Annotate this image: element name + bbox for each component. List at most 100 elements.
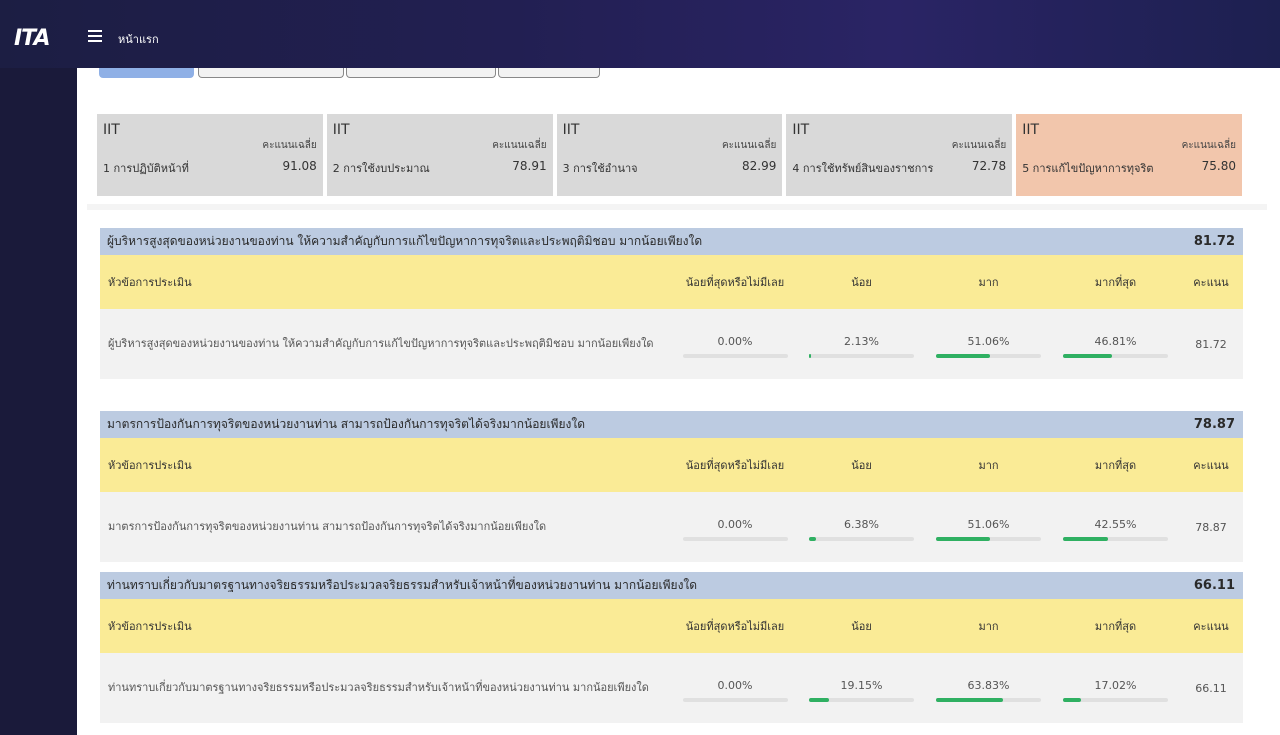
iit-card-score: 72.78 [971, 159, 1007, 173]
question-section: ท่านทราบเกี่ยวกับมาตรฐานทางจริยธรรมหรือป… [100, 572, 1243, 723]
progress-bar [809, 354, 914, 358]
iit-card-title: IIT [1022, 122, 1039, 138]
progress-bar [1063, 698, 1168, 702]
hamburger-menu-icon[interactable] [88, 30, 102, 42]
progress-fill [809, 698, 830, 702]
percent-value: 17.02% [1094, 679, 1137, 692]
iit-card-label: 5 การแก้ไขปัญหาการทุจริต [1022, 162, 1154, 175]
question-section: ผู้บริหารสูงสุดของหน่วยงานของท่าน ให้ควา… [100, 228, 1243, 379]
divider [87, 204, 1267, 210]
progress-cell: 42.55% [1052, 492, 1179, 562]
percent-value: 51.06% [967, 518, 1010, 531]
col-most: มากที่สุด [1094, 620, 1137, 633]
iit-card-row: IIT 1 การปฏิบัติหน้าที่ คะแนนเฉลี่ย 91.0… [97, 114, 1242, 196]
iit-card-score-label: คะแนนเฉลี่ย [721, 140, 777, 151]
section-score: 78.87 [1193, 417, 1235, 432]
col-little: น้อย [851, 459, 872, 472]
col-topic: หัวข้อการประเมิน [108, 459, 192, 472]
progress-fill [1063, 354, 1113, 358]
col-much: มาก [978, 620, 999, 633]
main-content: IIT 1 การปฏิบัติหน้าที่ คะแนนเฉลี่ย 91.0… [77, 68, 1280, 735]
iit-card[interactable]: IIT 3 การใช้อำนาจ คะแนนเฉลี่ย 82.99 [556, 114, 783, 196]
row-topic: มาตรการป้องกันการทุจริตของหน่วยงานท่าน ส… [108, 520, 547, 533]
progress-bar [809, 698, 914, 702]
iit-card-score-label: คะแนนเฉลี่ย [951, 140, 1007, 151]
col-least: น้อยที่สุดหรือไม่มีเลย [685, 459, 785, 472]
percent-value: 6.38% [844, 518, 879, 531]
progress-fill [1063, 537, 1108, 541]
progress-fill [936, 698, 1004, 702]
row-topic: ผู้บริหารสูงสุดของหน่วยงานของท่าน ให้ควา… [108, 337, 654, 350]
sidebar [0, 68, 77, 735]
col-most: มากที่สุด [1094, 459, 1137, 472]
ita-logo[interactable]: ITA [14, 26, 51, 51]
progress-bar [936, 698, 1041, 702]
section-header: ผู้บริหารสูงสุดของหน่วยงานของท่าน ให้ควา… [100, 228, 1243, 255]
percent-value: 0.00% [717, 679, 753, 692]
progress-bar [1063, 354, 1168, 358]
progress-bar [809, 537, 914, 541]
table-header: หัวข้อการประเมิน น้อยที่สุดหรือไม่มีเลย … [100, 255, 1243, 309]
progress-bar [1063, 537, 1168, 541]
col-least: น้อยที่สุดหรือไม่มีเลย [685, 620, 785, 633]
col-score: คะแนน [1193, 620, 1229, 633]
iit-card[interactable]: IIT 2 การใช้งบประมาณ คะแนนเฉลี่ย 78.91 [326, 114, 553, 196]
section-score: 66.11 [1193, 578, 1235, 593]
progress-bar [936, 537, 1041, 541]
progress-bar [683, 698, 788, 702]
col-little: น้อย [851, 620, 872, 633]
tab-3[interactable] [346, 68, 496, 78]
iit-card-title: IIT [332, 122, 350, 138]
table-row: ท่านทราบเกี่ยวกับมาตรฐานทางจริยธรรมหรือป… [100, 653, 1243, 723]
iit-card-title: IIT [562, 122, 580, 138]
percent-value: 2.13% [844, 335, 879, 348]
progress-cell: 17.02% [1052, 653, 1179, 723]
col-score: คะแนน [1193, 459, 1229, 472]
iit-card-label: 3 การใช้อำนาจ [562, 162, 638, 175]
progress-fill [1063, 698, 1081, 702]
progress-bar [936, 354, 1041, 358]
percent-value: 51.06% [967, 335, 1010, 348]
iit-card-score: 78.91 [512, 159, 547, 173]
progress-fill [936, 354, 990, 358]
iit-card-title: IIT [792, 122, 810, 138]
percent-value: 19.15% [840, 679, 883, 692]
page-title: หน้าแรก [118, 33, 159, 46]
col-least: น้อยที่สุดหรือไม่มีเลย [685, 276, 785, 289]
progress-bar [683, 354, 788, 358]
tab-4[interactable] [498, 68, 600, 78]
progress-cell: 19.15% [798, 653, 925, 723]
percent-value: 42.55% [1094, 518, 1137, 531]
table-row: ผู้บริหารสูงสุดของหน่วยงานของท่าน ให้ควา… [100, 309, 1243, 379]
row-topic: ท่านทราบเกี่ยวกับมาตรฐานทางจริยธรรมหรือป… [108, 681, 649, 694]
progress-cell: 0.00% [672, 309, 798, 379]
progress-cell: 46.81% [1052, 309, 1179, 379]
progress-cell: 51.06% [925, 309, 1052, 379]
tab-2[interactable] [198, 68, 344, 78]
iit-card[interactable]: IIT 1 การปฏิบัติหน้าที่ คะแนนเฉลี่ย 91.0… [97, 114, 323, 196]
percent-value: 0.00% [717, 335, 753, 348]
progress-fill [936, 537, 990, 541]
iit-card-selected[interactable]: IIT 5 การแก้ไขปัญหาการทุจริต คะแนนเฉลี่ย… [1016, 114, 1242, 196]
progress-cell: 0.00% [672, 492, 798, 562]
percent-value: 46.81% [1094, 335, 1137, 348]
progress-cell: 2.13% [798, 309, 925, 379]
percent-value: 0.00% [717, 518, 753, 531]
iit-card-score-label: คะแนนเฉลี่ย [492, 140, 547, 151]
tab-1[interactable] [99, 68, 194, 78]
section-title: ผู้บริหารสูงสุดของหน่วยงานของท่าน ให้ควา… [107, 234, 703, 248]
iit-card-title: IIT [103, 122, 120, 138]
section-header: ท่านทราบเกี่ยวกับมาตรฐานทางจริยธรรมหรือป… [100, 572, 1243, 599]
iit-card[interactable]: IIT 4 การใช้ทรัพย์สินของราชการ คะแนนเฉลี… [786, 114, 1013, 196]
section-score: 81.72 [1193, 234, 1235, 249]
progress-fill [809, 537, 816, 541]
iit-card-score: 82.99 [742, 159, 777, 173]
progress-fill [809, 354, 812, 358]
table-header: หัวข้อการประเมิน น้อยที่สุดหรือไม่มีเลย … [100, 599, 1243, 653]
col-much: มาก [978, 459, 999, 472]
col-topic: หัวข้อการประเมิน [108, 620, 192, 633]
section-title: ท่านทราบเกี่ยวกับมาตรฐานทางจริยธรรมหรือป… [107, 578, 698, 592]
iit-card-score-label: คะแนนเฉลี่ย [262, 140, 317, 151]
row-score: 81.72 [1195, 337, 1227, 351]
section-title: มาตรการป้องกันการทุจริตของหน่วยงานท่าน ส… [107, 417, 586, 431]
